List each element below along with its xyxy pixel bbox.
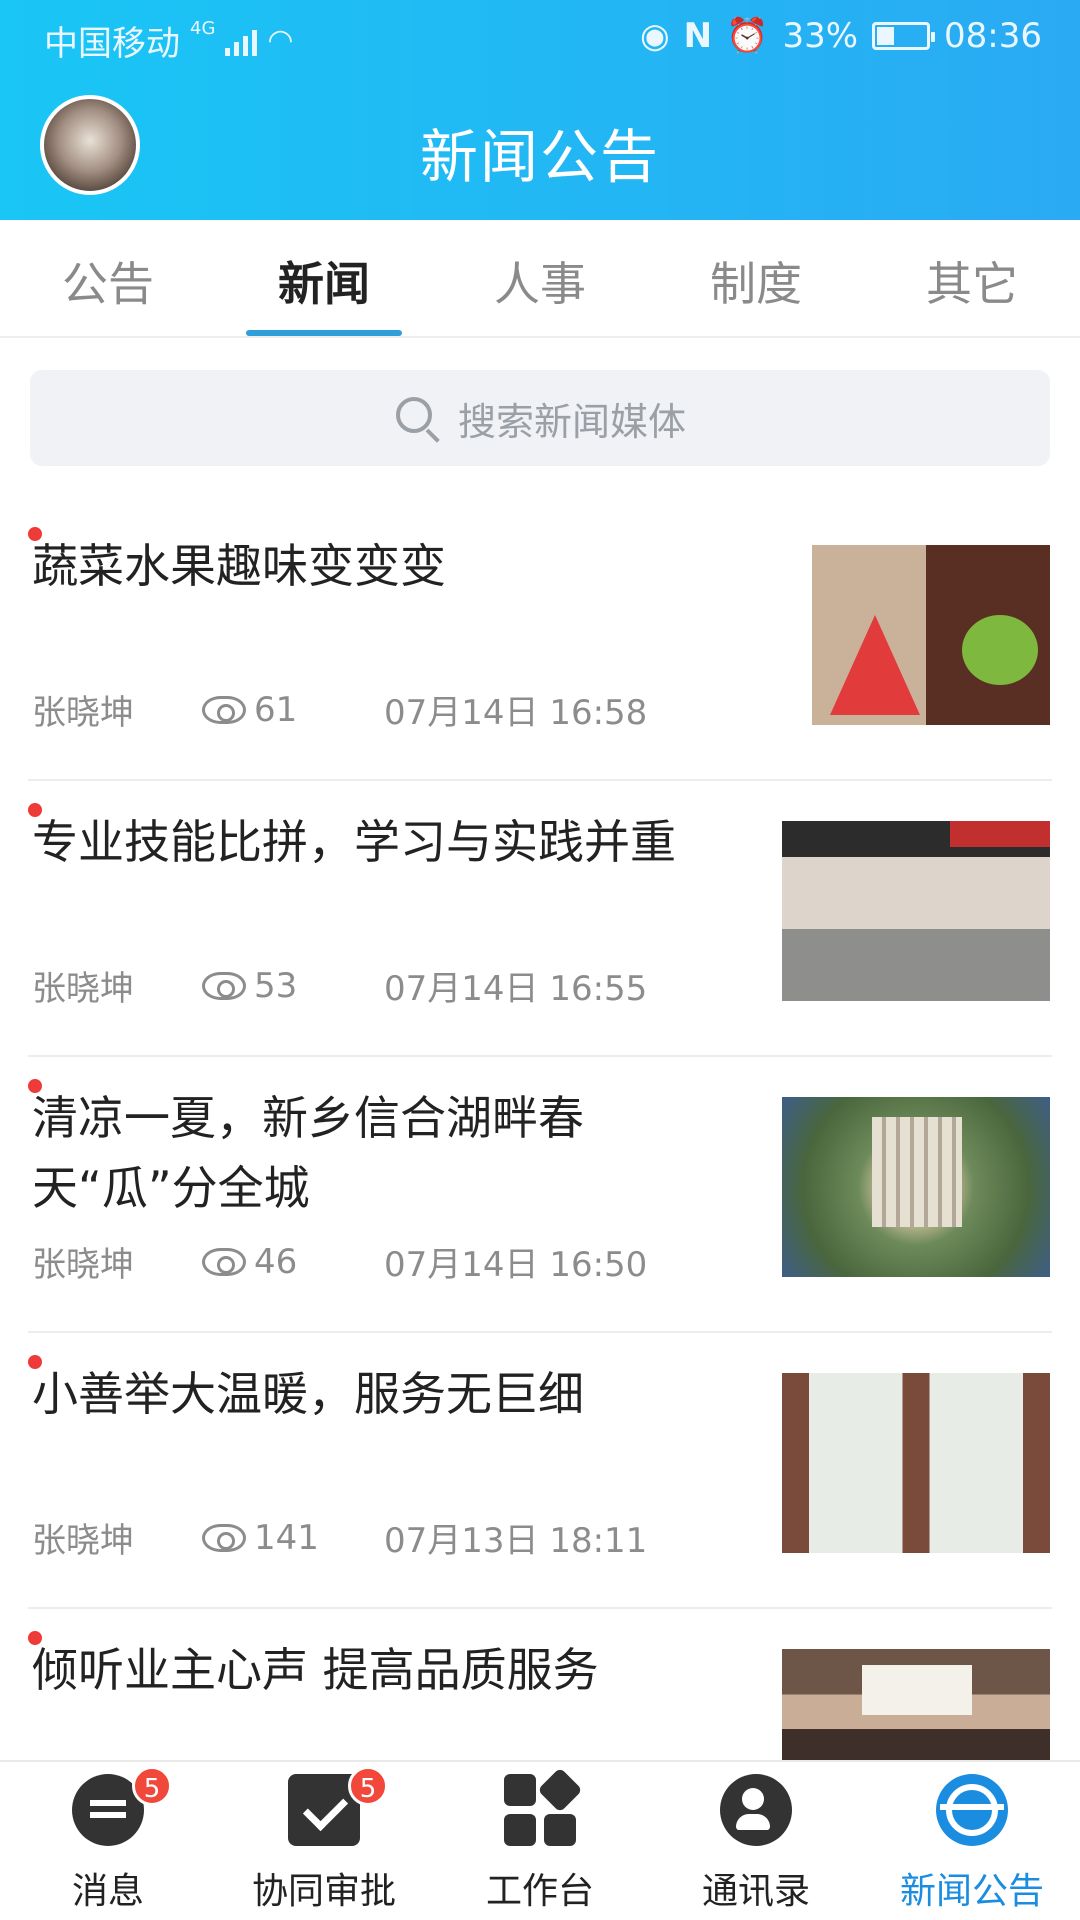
news-views: 53 — [202, 966, 362, 1006]
battery-icon — [872, 22, 936, 50]
news-item[interactable]: 小善举大温暖，服务无巨细 张晓坤 141 07月13日 18:11 — [28, 1333, 1052, 1609]
news-thumbnail — [782, 821, 1050, 1001]
news-time: 07月14日 16:55 — [384, 969, 648, 1009]
news-author: 张晓坤 — [32, 693, 134, 733]
eye-icon — [202, 1247, 246, 1276]
views-count: 61 — [254, 689, 298, 730]
network-type: 4G — [190, 18, 216, 39]
status-left: 中国移动 4G ◠ — [44, 16, 294, 65]
tab-announcement[interactable]: 公告 — [0, 248, 216, 314]
status-right: ◉ N ⏰ 33% 08:36 — [640, 16, 1042, 56]
news-meta: 张晓坤 46 07月14日 16:50 — [32, 1237, 647, 1286]
bottom-nav: 5 消息 5 协同审批 工作台 通讯录 新闻公告 — [0, 1760, 1080, 1920]
news-item[interactable]: 清凉一夏，新乡信合湖畔春天“瓜”分全城 张晓坤 46 07月14日 16:50 — [28, 1057, 1052, 1333]
news-title: 蔬菜水果趣味变变变 — [32, 539, 446, 593]
news-time: 07月13日 18:11 — [384, 1521, 648, 1561]
tab-personnel[interactable]: 人事 — [432, 248, 648, 314]
news-views: 46 — [202, 1242, 362, 1282]
news-title: 倾听业主心声 提高品质服务 — [32, 1643, 599, 1697]
news-views: 61 — [202, 690, 362, 730]
news-thumbnail — [812, 545, 1050, 725]
news-author: 张晓坤 — [32, 1521, 134, 1561]
news-thumbnail — [782, 1097, 1050, 1277]
news-thumbnail — [782, 1649, 1050, 1763]
nav-label: 消息 — [71, 1871, 144, 1912]
news-title: 小善举大温暖，服务无巨细 — [32, 1367, 584, 1421]
wifi-icon: ◠ — [267, 23, 294, 58]
news-title: 清凉一夏，新乡信合湖畔春天“瓜”分全城 — [32, 1091, 584, 1215]
nav-workbench[interactable]: 工作台 — [432, 1762, 648, 1920]
search-icon — [394, 395, 440, 443]
active-tab-indicator — [246, 330, 402, 336]
tab-news[interactable]: 新闻 — [216, 248, 432, 314]
carrier-label: 中国移动 — [44, 24, 180, 64]
unread-badge: 5 — [348, 1766, 388, 1806]
battery-percent: 33% — [782, 16, 859, 56]
search-bar[interactable]: 搜索新闻媒体 — [30, 370, 1050, 466]
eye-icon — [202, 971, 246, 1000]
news-author: 张晓坤 — [32, 969, 134, 1009]
news-meta: 张晓坤 53 07月14日 16:55 — [32, 961, 647, 1010]
nav-approval[interactable]: 5 协同审批 — [216, 1762, 432, 1920]
news-globe-icon — [936, 1774, 1008, 1846]
nav-label: 新闻公告 — [899, 1871, 1044, 1912]
signal-icon — [225, 26, 258, 56]
views-count: 46 — [254, 1241, 298, 1282]
news-item[interactable]: 蔬菜水果趣味变变变 张晓坤 61 07月14日 16:58 — [28, 505, 1052, 781]
nav-contacts[interactable]: 通讯录 — [648, 1762, 864, 1920]
page-title: 新闻公告 — [419, 123, 660, 191]
contacts-icon — [720, 1774, 792, 1846]
eye-icon — [202, 695, 246, 724]
nav-label: 工作台 — [485, 1871, 594, 1912]
nav-label: 通讯录 — [701, 1871, 810, 1912]
nav-messages[interactable]: 5 消息 — [0, 1762, 216, 1920]
news-thumbnail — [782, 1373, 1050, 1553]
tab-regulations[interactable]: 制度 — [648, 248, 864, 314]
unread-badge: 5 — [132, 1766, 172, 1806]
nav-news[interactable]: 新闻公告 — [864, 1762, 1080, 1920]
alarm-icon: ⏰ — [726, 16, 769, 56]
news-author: 张晓坤 — [32, 1245, 134, 1285]
news-meta: 张晓坤 141 07月13日 18:11 — [32, 1513, 647, 1562]
eye-comfort-icon: ◉ — [639, 16, 670, 56]
news-item[interactable]: 倾听业主心声 提高品质服务 — [28, 1609, 1052, 1769]
status-bar: 中国移动 4G ◠ ◉ N ⏰ 33% 08:36 — [0, 0, 1080, 75]
category-tabs: 公告 新闻 人事 制度 其它 — [0, 220, 1080, 338]
nav-label: 协同审批 — [251, 1871, 396, 1912]
app-header: 中国移动 4G ◠ ◉ N ⏰ 33% 08:36 新闻公告 — [0, 0, 1080, 220]
news-item[interactable]: 专业技能比拼，学习与实践并重 张晓坤 53 07月14日 16:55 — [28, 781, 1052, 1057]
battery-level — [877, 27, 894, 45]
news-title: 专业技能比拼，学习与实践并重 — [32, 815, 676, 869]
news-time: 07月14日 16:58 — [384, 693, 648, 733]
tab-other[interactable]: 其它 — [864, 248, 1080, 314]
news-time: 07月14日 16:50 — [384, 1245, 648, 1285]
nfc-icon: N — [683, 16, 713, 56]
clock: 08:36 — [944, 16, 1042, 56]
workbench-icon — [504, 1767, 583, 1846]
news-meta: 张晓坤 61 07月14日 16:58 — [32, 685, 647, 734]
views-count: 141 — [254, 1517, 319, 1558]
search-placeholder: 搜索新闻媒体 — [457, 399, 686, 444]
news-views: 141 — [202, 1518, 362, 1558]
news-list: 蔬菜水果趣味变变变 张晓坤 61 07月14日 16:58 专业技能比拼，学习与… — [0, 505, 1080, 1769]
views-count: 53 — [254, 965, 298, 1006]
eye-icon — [202, 1523, 246, 1552]
